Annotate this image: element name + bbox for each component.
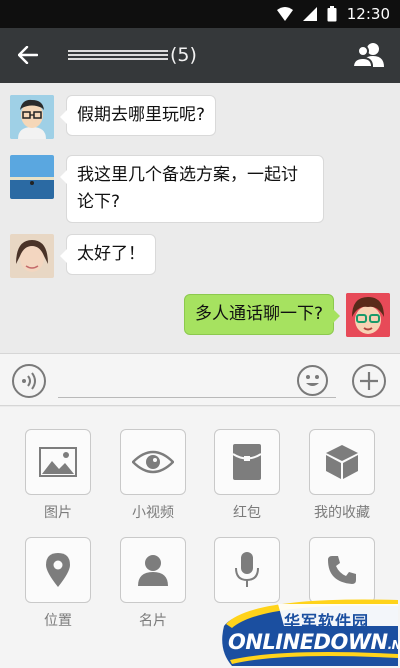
- watermark-brand: ONLINEDOWN.NET: [228, 630, 400, 654]
- avatar-self[interactable]: [346, 293, 390, 337]
- status-bar: 12:30: [0, 0, 400, 28]
- chat-title: (5): [68, 43, 197, 67]
- tool-label: 图片: [44, 505, 72, 521]
- more-functions-button[interactable]: [352, 364, 386, 398]
- watermark-title: 华军软件园: [284, 612, 370, 631]
- location-pin-icon: [46, 553, 70, 587]
- status-icons: 12:30: [276, 4, 390, 24]
- group-members-icon: [351, 43, 384, 68]
- avatar-glasses-man[interactable]: [10, 95, 54, 139]
- smiley-face-icon: [306, 375, 319, 386]
- avatar-illustration: [346, 293, 390, 337]
- red-envelope-icon: [232, 444, 262, 480]
- tool-contact-card-tile[interactable]: [120, 537, 186, 603]
- favorites-cube-icon: [326, 445, 358, 479]
- avatar-illustration: [10, 95, 54, 139]
- voice-input-button[interactable]: [12, 364, 46, 398]
- tool-favorites[interactable]: 我的收藏: [309, 429, 375, 522]
- tool-favorites-tile[interactable]: [309, 429, 375, 495]
- tool-short-video-tile[interactable]: [120, 429, 186, 495]
- microphone-icon: [235, 552, 259, 587]
- back-button[interactable]: [10, 36, 46, 74]
- emoji-button[interactable]: [297, 365, 328, 396]
- avatar-seaside[interactable]: [10, 155, 54, 199]
- watermark-logo: 华军软件园 ONLINEDOWN.NET: [222, 590, 400, 666]
- tool-label: 红包: [233, 505, 261, 521]
- tool-red-envelope[interactable]: 红包: [214, 429, 280, 522]
- message-bubble[interactable]: 我这里几个备选方案，一起讨论下?: [60, 155, 324, 223]
- sent-message-bubble[interactable]: 多人通话聊一下?: [184, 294, 341, 335]
- contact-card-icon: [138, 555, 168, 586]
- redacted-group-name: [68, 44, 168, 66]
- phone-icon: [328, 556, 356, 584]
- input-bar: [0, 353, 400, 406]
- group-info-button[interactable]: [351, 40, 386, 70]
- eye-icon: [132, 450, 174, 474]
- tool-contact-card[interactable]: 名片: [120, 537, 186, 630]
- tool-label: 我的收藏: [314, 505, 370, 521]
- back-arrow-icon: [18, 46, 38, 64]
- message-text-input[interactable]: [58, 366, 336, 398]
- tool-label: 位置: [44, 613, 72, 629]
- battery-icon: [327, 6, 337, 22]
- tool-label: 名片: [139, 613, 167, 629]
- avatar-photo: [10, 155, 54, 199]
- cellular-signal-icon: [302, 7, 317, 21]
- status-time: 12:30: [346, 5, 390, 23]
- tool-location[interactable]: 位置: [25, 537, 91, 630]
- tool-label: 小视频: [132, 505, 174, 521]
- tool-photos[interactable]: 图片: [25, 429, 91, 522]
- image-icon: [39, 447, 77, 477]
- tool-short-video[interactable]: 小视频: [120, 429, 186, 522]
- avatar-woman[interactable]: [10, 234, 54, 278]
- avatar-photo: [10, 234, 54, 278]
- message-list[interactable]: 假期去哪里玩呢? 我这里几个备选方案，一起讨论下? 太好了！ 多人通话聊一下?: [0, 83, 400, 353]
- chat-header: (5): [0, 28, 400, 83]
- tool-photos-tile[interactable]: [25, 429, 91, 495]
- tool-red-envelope-tile[interactable]: [214, 429, 280, 495]
- tool-location-tile[interactable]: [25, 537, 91, 603]
- voice-wave-icon: [22, 372, 36, 390]
- wifi-icon: [276, 7, 293, 21]
- message-bubble[interactable]: 假期去哪里玩呢?: [59, 95, 217, 136]
- plus-icon: [360, 372, 378, 390]
- member-count: (5): [170, 44, 197, 66]
- message-bubble[interactable]: 太好了！: [60, 234, 156, 275]
